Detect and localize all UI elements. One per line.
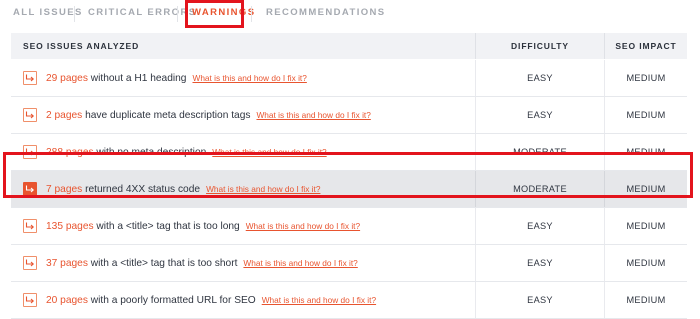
- tab-recommendations[interactable]: RECOMMENDATIONS: [266, 0, 386, 26]
- export-arrow-icon[interactable]: [23, 219, 37, 233]
- table-row[interactable]: 2 pages have duplicate meta description …: [11, 97, 687, 134]
- page-count-link[interactable]: 135 pages: [46, 221, 94, 232]
- seo-impact-cell: MEDIUM: [626, 221, 666, 231]
- page-count-link[interactable]: 20 pages: [46, 295, 88, 306]
- issue-text: with a <title> tag that is too short: [87, 258, 238, 269]
- header-issues: SEO ISSUES ANALYZED: [23, 41, 140, 51]
- page-count-link[interactable]: 29 pages: [46, 73, 88, 84]
- fix-help-link[interactable]: What is this and how do I fix it?: [262, 295, 376, 305]
- table-row[interactable]: 29 pages without a H1 heading What is thi…: [11, 60, 687, 97]
- fix-help-link[interactable]: What is this and how do I fix it?: [243, 258, 357, 268]
- export-arrow-icon[interactable]: [23, 108, 37, 122]
- difficulty-cell: EASY: [527, 73, 553, 83]
- warnings-tab-annotation: [185, 0, 244, 28]
- table-header: SEO ISSUES ANALYZED DIFFICULTY SEO IMPAC…: [11, 33, 687, 59]
- issue-description: 135 pages with a <title> tag that is too…: [46, 208, 360, 244]
- highlighted-row-annotation: [3, 152, 693, 198]
- issue-text: without a H1 heading: [87, 73, 187, 84]
- page-count-link[interactable]: 2 pages: [46, 110, 82, 121]
- fix-help-link[interactable]: What is this and how do I fix it?: [256, 110, 370, 120]
- issue-description: 37 pages with a <title> tag that is too …: [46, 245, 358, 281]
- difficulty-cell: EASY: [527, 295, 553, 305]
- fix-help-link[interactable]: What is this and how do I fix it?: [192, 73, 306, 83]
- issue-description: 2 pages have duplicate meta description …: [46, 97, 371, 133]
- header-difficulty: DIFFICULTY: [511, 41, 569, 51]
- table-row[interactable]: 37 pages with a <title> tag that is too …: [11, 245, 687, 282]
- issue-text: have duplicate meta description tags: [82, 110, 251, 121]
- difficulty-cell: EASY: [527, 221, 553, 231]
- difficulty-cell: EASY: [527, 258, 553, 268]
- issue-text: with a <title> tag that is too long: [93, 221, 240, 232]
- issue-tabs: ALL ISSUES CRITICAL ERRORS WARNINGS RECO…: [0, 0, 700, 30]
- difficulty-cell: EASY: [527, 110, 553, 120]
- seo-impact-cell: MEDIUM: [626, 295, 666, 305]
- table-row[interactable]: 135 pages with a <title> tag that is too…: [11, 208, 687, 245]
- export-arrow-icon[interactable]: [23, 256, 37, 270]
- fix-help-link[interactable]: What is this and how do I fix it?: [246, 221, 360, 231]
- seo-impact-cell: MEDIUM: [626, 73, 666, 83]
- issue-text: with a poorly formatted URL for SEO: [87, 295, 256, 306]
- issue-description: 29 pages without a H1 heading What is thi…: [46, 60, 307, 96]
- tab-separator: [177, 6, 178, 22]
- seo-impact-cell: MEDIUM: [626, 258, 666, 268]
- tab-all-issues[interactable]: ALL ISSUES: [13, 0, 83, 26]
- seo-impact-cell: MEDIUM: [626, 110, 666, 120]
- tab-separator: [251, 6, 252, 22]
- header-seo-impact: SEO IMPACT: [615, 41, 677, 51]
- issue-description: 20 pages with a poorly formatted URL for…: [46, 282, 376, 318]
- tab-separator: [74, 6, 75, 22]
- page-count-link[interactable]: 37 pages: [46, 258, 88, 269]
- tab-critical-errors[interactable]: CRITICAL ERRORS: [88, 0, 196, 26]
- table-row[interactable]: 20 pages with a poorly formatted URL for…: [11, 282, 687, 319]
- export-arrow-icon[interactable]: [23, 71, 37, 85]
